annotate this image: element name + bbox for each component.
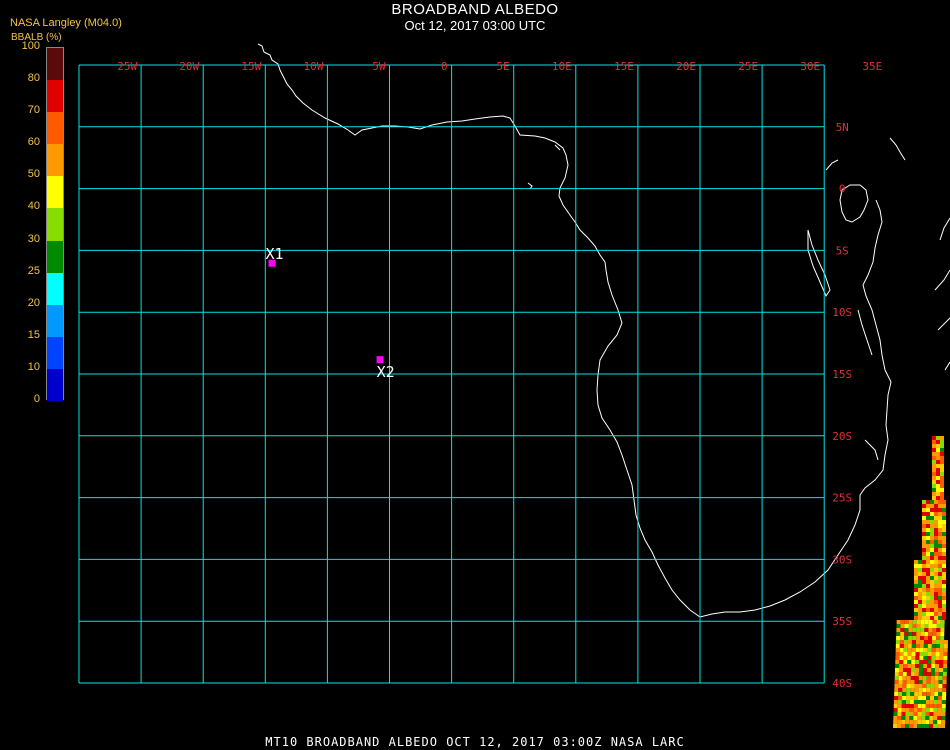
lat-lon-grid — [78, 64, 825, 684]
latitude-label: 0 — [839, 183, 846, 196]
longitude-label: 25E — [738, 60, 758, 73]
latitude-labels: 5N 0 5S 10S 15S 20S 25S 30S 35S 40S — [832, 121, 852, 690]
longitude-label: 10E — [552, 60, 572, 73]
latitude-label: 35S — [832, 615, 852, 628]
lake-tanganyika — [807, 229, 831, 298]
longitude-label: 5W — [372, 60, 386, 73]
longitude-labels: 25W 20W 15W 10W 5W 0 5E 10E 15E 20E 25E 30E 35E — [117, 60, 882, 73]
latitude-label: 5N — [836, 121, 849, 134]
longitude-label: 15W — [241, 60, 261, 73]
site-marker-label: X2 — [377, 363, 395, 381]
latitude-label: 5S — [836, 244, 849, 257]
longitude-label: 20W — [179, 60, 199, 73]
latitude-label: 30S — [832, 553, 852, 566]
longitude-label: 5E — [496, 60, 509, 73]
longitude-label: 0 — [441, 60, 448, 73]
latitude-label: 20S — [832, 430, 852, 443]
albedo-data-swath — [893, 436, 948, 728]
longitude-label: 20E — [676, 60, 696, 73]
coastline-west-africa — [257, 43, 892, 618]
site-marker-label: X1 — [266, 245, 284, 263]
latitude-label: 10S — [832, 306, 852, 319]
site-markers: X1 X2 — [266, 245, 395, 381]
latitude-label: 25S — [832, 492, 852, 505]
latitude-label: 15S — [832, 368, 852, 381]
map-canvas: 25W 20W 15W 10W 5W 0 5E 10E 15E 20E 25E 30E 35E 5N05… — [78, 43, 950, 728]
longitude-label: 25W — [117, 60, 137, 73]
site-marker — [376, 356, 384, 364]
longitude-label: 15E — [614, 60, 634, 73]
longitude-label: 35E — [862, 60, 882, 73]
latitude-label: 40S — [832, 677, 852, 690]
longitude-label: 30E — [800, 60, 820, 73]
footer-caption: MT10 BROADBAND ALBEDO OCT 12, 2017 03:00… — [265, 735, 685, 749]
longitude-label: 10W — [304, 60, 324, 73]
